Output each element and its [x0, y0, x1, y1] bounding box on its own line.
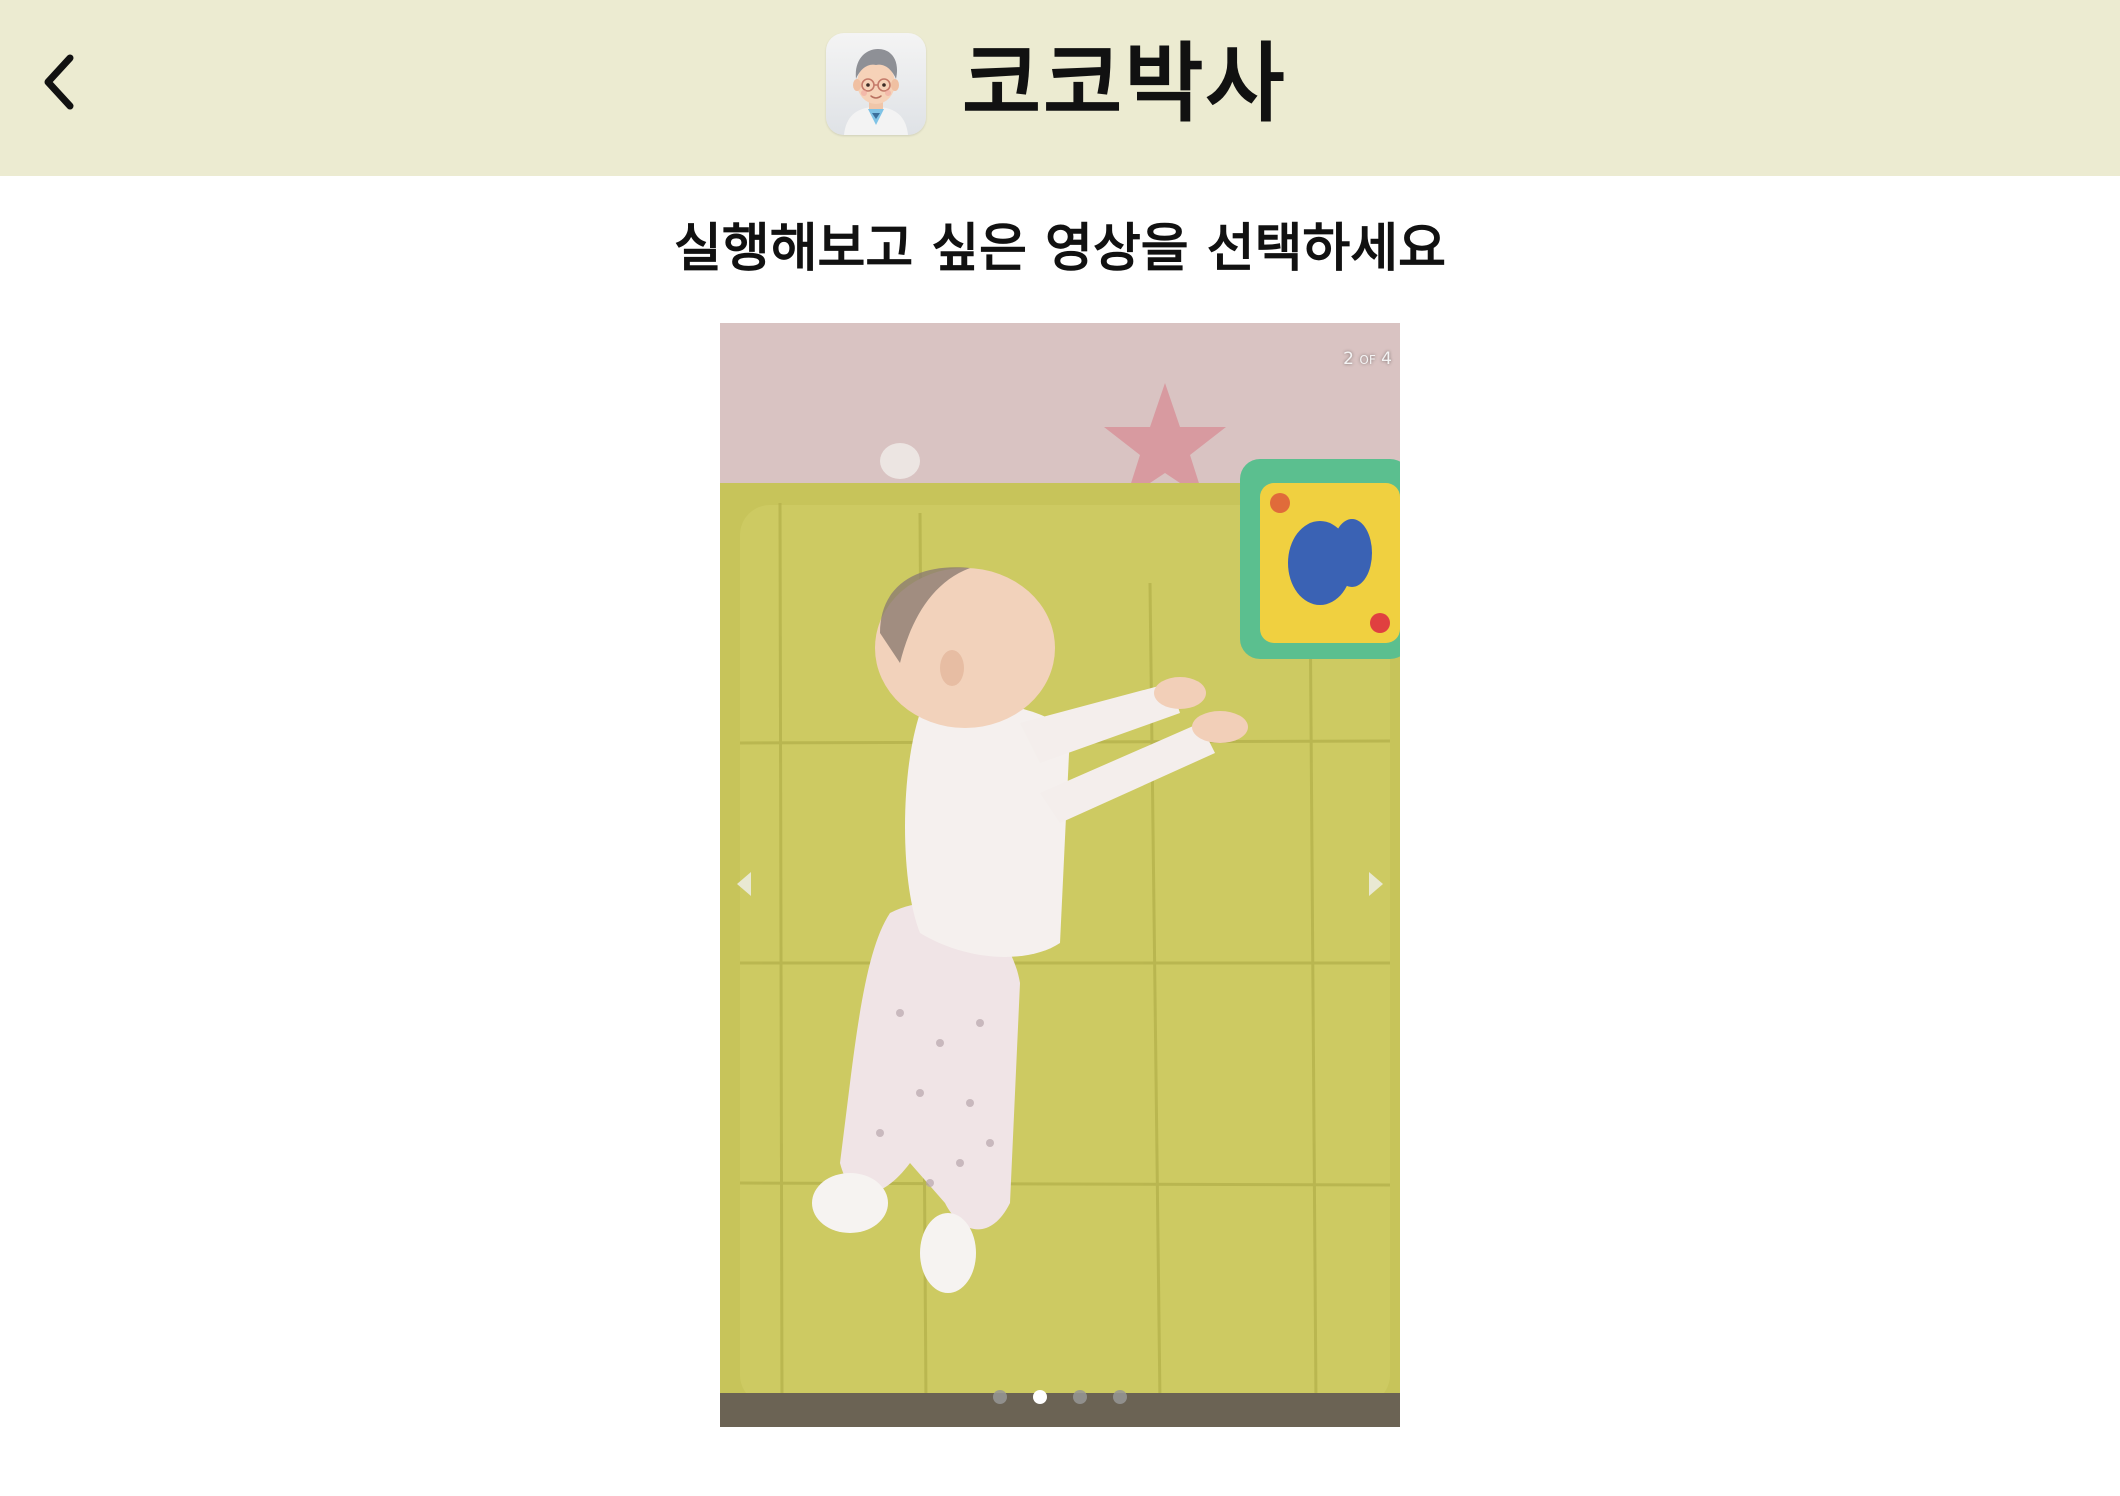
- previous-slide-button[interactable]: [724, 859, 764, 909]
- app-title: 코코박사: [962, 34, 1287, 134]
- pagination-dot-1[interactable]: [993, 1390, 1007, 1404]
- brand: 코코박사: [826, 32, 1286, 136]
- pagination-dot-2[interactable]: [1033, 1390, 1047, 1404]
- slide-of-label: OF: [1359, 353, 1376, 367]
- next-slide-button[interactable]: [1356, 859, 1396, 909]
- pagination-dot-4[interactable]: [1113, 1390, 1127, 1404]
- slide-counter: 2 OF 4: [1343, 349, 1392, 369]
- doctor-avatar-logo: [826, 33, 926, 135]
- slide-total: 4: [1381, 349, 1392, 369]
- chevron-left-icon: [44, 54, 74, 110]
- triangle-right-icon: [1369, 872, 1383, 896]
- video-carousel[interactable]: 2 OF 4: [720, 323, 1400, 1427]
- top-bar: 코코박사: [0, 0, 2120, 176]
- slide-current: 2: [1343, 349, 1354, 369]
- pagination-dot-3[interactable]: [1073, 1390, 1087, 1404]
- video-thumbnail[interactable]: [720, 323, 1400, 1427]
- back-button[interactable]: [22, 40, 94, 124]
- page-heading: 실행해보고 싶은 영상을 선택하세요: [674, 219, 1446, 279]
- pagination-dots: [720, 1387, 1400, 1407]
- triangle-left-icon: [737, 872, 751, 896]
